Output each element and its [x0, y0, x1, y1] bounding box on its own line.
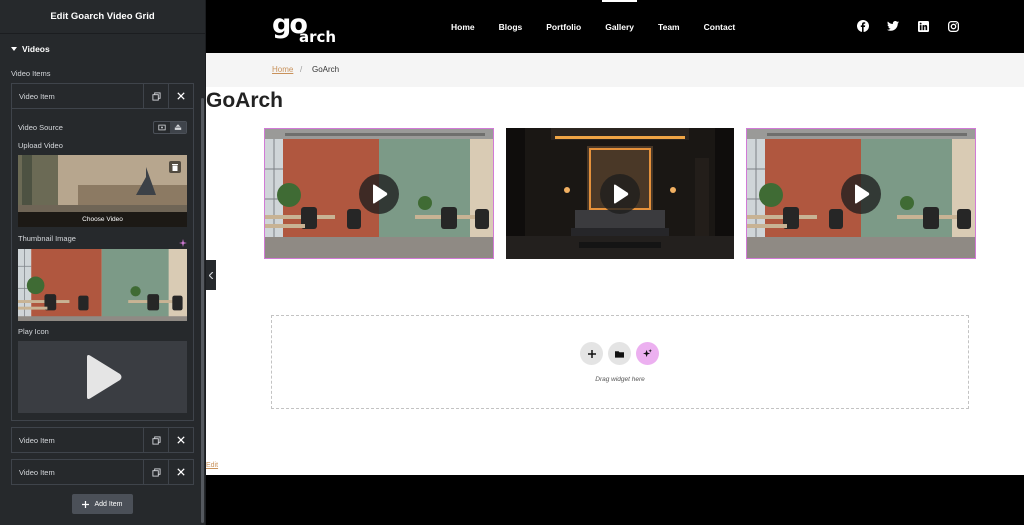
nav-home[interactable]: Home	[451, 22, 475, 32]
breadcrumb: Home / GoArch	[206, 53, 1024, 87]
site-preview: go arch Home Blogs Portfolio Gallery Tea…	[206, 0, 1024, 525]
thumbnail-image-label: Thumbnail Image	[18, 234, 76, 243]
copy-icon	[151, 91, 161, 101]
play-button[interactable]	[600, 173, 640, 214]
play-icon	[614, 184, 629, 203]
add-item-label: Add Item	[94, 500, 123, 508]
breadcrumb-separator: /	[300, 65, 303, 74]
video-card[interactable]	[746, 128, 976, 259]
copy-icon	[151, 467, 161, 477]
add-template-button[interactable]	[608, 342, 631, 365]
section-videos-toggle[interactable]: Videos	[11, 44, 50, 54]
chevron-left-icon	[208, 271, 213, 279]
main-nav: Home Blogs Portfolio Gallery Team Contac…	[451, 0, 736, 32]
play-button[interactable]	[359, 173, 399, 214]
repeater-item[interactable]: Video Item	[11, 459, 194, 485]
trash-icon	[172, 163, 178, 171]
section-videos-label: Videos	[22, 44, 50, 54]
goarch-logo[interactable]: go arch	[272, 9, 338, 45]
remove-button[interactable]	[168, 428, 193, 452]
drop-zone-actions	[580, 342, 659, 365]
panel-scrollbar[interactable]	[201, 98, 204, 523]
page-title: GoArch	[206, 89, 284, 112]
nav-contact[interactable]: Contact	[704, 22, 736, 32]
upload-video-label: Upload Video	[18, 141, 63, 150]
ai-generate-button[interactable]	[636, 342, 659, 365]
video-source-toggle[interactable]	[153, 121, 187, 134]
play-icon	[855, 184, 870, 203]
svg-text:arch: arch	[299, 28, 336, 45]
ai-sparkle-icon	[643, 349, 652, 358]
close-icon	[177, 436, 185, 444]
choose-video-button[interactable]: Choose Video	[18, 212, 187, 227]
thumbnail-preview-image	[18, 249, 187, 321]
nav-team[interactable]: Team	[658, 22, 680, 32]
nav-portfolio[interactable]: Portfolio	[546, 22, 581, 32]
close-icon	[177, 92, 185, 100]
play-icon	[373, 184, 388, 203]
instagram-icon[interactable]	[947, 20, 959, 32]
remove-video-button[interactable]	[169, 161, 181, 173]
copy-icon	[151, 435, 161, 445]
repeater-item-title: Video Item	[19, 91, 55, 101]
remove-button[interactable]	[168, 460, 193, 484]
folder-icon	[615, 350, 624, 358]
breadcrumb-home-link[interactable]: Home	[272, 65, 293, 74]
external-link-icon	[158, 124, 166, 131]
video-card[interactable]	[264, 128, 494, 259]
repeater-item[interactable]: Video Item	[11, 83, 194, 109]
collapse-panel-button[interactable]	[206, 260, 216, 290]
source-upload-option[interactable]	[170, 122, 186, 133]
play-button[interactable]	[841, 173, 881, 214]
thumbnail-image-picker[interactable]	[18, 249, 187, 321]
close-icon	[177, 468, 185, 476]
video-card[interactable]	[506, 128, 734, 259]
site-footer	[206, 475, 1024, 525]
play-icon-label: Play Icon	[18, 327, 49, 336]
linkedin-icon[interactable]	[917, 20, 929, 32]
video-items-label: Video Items	[11, 69, 51, 78]
social-links	[857, 20, 959, 32]
nav-blogs[interactable]: Blogs	[499, 22, 523, 32]
video-source-label: Video Source	[18, 123, 63, 132]
twitter-icon[interactable]	[887, 20, 899, 32]
plus-icon	[587, 349, 596, 358]
duplicate-button[interactable]	[143, 428, 168, 452]
duplicate-button[interactable]	[143, 84, 168, 108]
duplicate-button[interactable]	[143, 460, 168, 484]
source-external-option[interactable]	[154, 122, 170, 133]
upload-icon	[174, 124, 182, 130]
editor-panel: Edit Goarch Video Grid Videos Video Item…	[0, 0, 206, 525]
panel-title: Edit Goarch Video Grid	[0, 0, 205, 34]
upload-video-picker[interactable]: Choose Video	[18, 155, 187, 227]
play-icon	[86, 355, 121, 399]
edit-link[interactable]: Edit	[206, 462, 218, 469]
nav-gallery[interactable]: Gallery	[602, 0, 637, 32]
caret-down-icon	[11, 47, 17, 51]
drop-zone-hint: Drag widget here	[595, 376, 645, 383]
play-icon-picker[interactable]	[18, 341, 187, 413]
widget-drop-zone[interactable]: Drag widget here	[271, 315, 969, 409]
repeater-item-title: Video Item	[19, 467, 55, 477]
plus-icon	[82, 500, 90, 508]
add-item-button[interactable]: Add Item	[72, 494, 133, 514]
facebook-icon[interactable]	[857, 20, 869, 32]
repeater-item[interactable]: Video Item	[11, 427, 194, 453]
repeater-item-title: Video Item	[19, 435, 55, 445]
remove-button[interactable]	[168, 84, 193, 108]
site-header: go arch Home Blogs Portfolio Gallery Tea…	[206, 0, 1024, 53]
add-widget-button[interactable]	[580, 342, 603, 365]
breadcrumb-current: GoArch	[312, 65, 340, 74]
